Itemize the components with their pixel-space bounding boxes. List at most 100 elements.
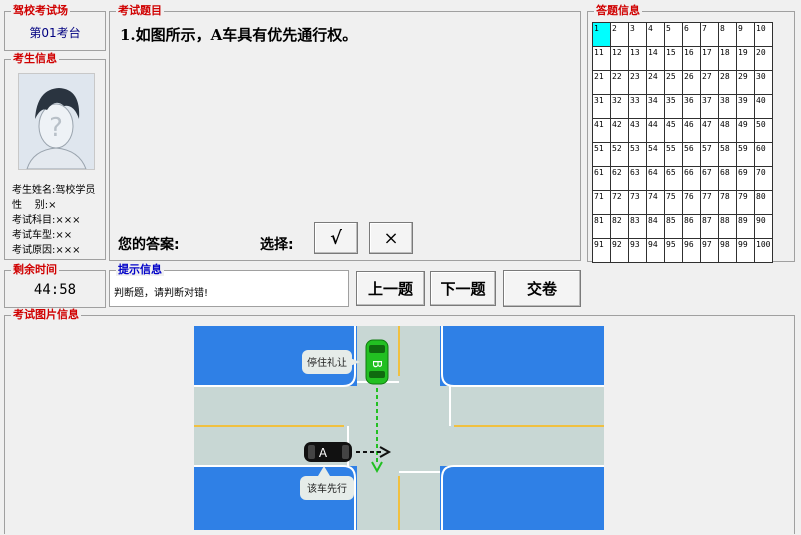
answer-cell[interactable]: 47 xyxy=(700,118,719,143)
answer-cell[interactable]: 60 xyxy=(754,142,773,167)
answer-cell[interactable]: 74 xyxy=(646,190,665,215)
answer-cell[interactable]: 39 xyxy=(736,94,755,119)
answer-cell[interactable]: 43 xyxy=(628,118,647,143)
answer-cell[interactable]: 22 xyxy=(610,70,629,95)
answer-cell[interactable]: 1 xyxy=(592,22,611,47)
answer-cell[interactable]: 87 xyxy=(700,214,719,239)
answer-cell[interactable]: 80 xyxy=(754,190,773,215)
answer-cell[interactable]: 81 xyxy=(592,214,611,239)
answer-cell[interactable]: 92 xyxy=(610,238,629,263)
answer-cell[interactable]: 11 xyxy=(592,46,611,71)
answer-cell[interactable]: 62 xyxy=(610,166,629,191)
answer-cell[interactable]: 6 xyxy=(682,22,701,47)
answer-cell[interactable]: 78 xyxy=(718,190,737,215)
answer-cell[interactable]: 34 xyxy=(646,94,665,119)
answer-cell[interactable]: 53 xyxy=(628,142,647,167)
answer-cell[interactable]: 42 xyxy=(610,118,629,143)
answer-cell[interactable]: 58 xyxy=(718,142,737,167)
answer-cell[interactable]: 41 xyxy=(592,118,611,143)
answer-cell[interactable]: 84 xyxy=(646,214,665,239)
answer-cell[interactable]: 49 xyxy=(736,118,755,143)
answer-cell[interactable]: 71 xyxy=(592,190,611,215)
answer-cell[interactable]: 18 xyxy=(718,46,737,71)
answer-cell[interactable]: 52 xyxy=(610,142,629,167)
answer-cell[interactable]: 98 xyxy=(718,238,737,263)
answer-cell[interactable]: 33 xyxy=(628,94,647,119)
answer-cell[interactable]: 4 xyxy=(646,22,665,47)
answer-cell[interactable]: 69 xyxy=(736,166,755,191)
answer-cell[interactable]: 55 xyxy=(664,142,683,167)
answer-cell[interactable]: 29 xyxy=(736,70,755,95)
answer-cell[interactable]: 96 xyxy=(682,238,701,263)
answer-cell[interactable]: 48 xyxy=(718,118,737,143)
answer-cell[interactable]: 66 xyxy=(682,166,701,191)
answer-cell[interactable]: 9 xyxy=(736,22,755,47)
answer-cell[interactable]: 15 xyxy=(664,46,683,71)
answer-cell[interactable]: 90 xyxy=(754,214,773,239)
answer-cell[interactable]: 23 xyxy=(628,70,647,95)
next-question-button[interactable]: 下一题 xyxy=(430,271,496,306)
answer-cell[interactable]: 67 xyxy=(700,166,719,191)
answer-cell[interactable]: 54 xyxy=(646,142,665,167)
answer-cell[interactable]: 16 xyxy=(682,46,701,71)
answer-cell[interactable]: 38 xyxy=(718,94,737,119)
answer-cell[interactable]: 72 xyxy=(610,190,629,215)
false-button[interactable]: × xyxy=(369,222,413,254)
answer-cell[interactable]: 24 xyxy=(646,70,665,95)
answer-cell[interactable]: 59 xyxy=(736,142,755,167)
answer-cell[interactable]: 31 xyxy=(592,94,611,119)
answer-cell[interactable]: 8 xyxy=(718,22,737,47)
answer-cell[interactable]: 36 xyxy=(682,94,701,119)
answer-cell[interactable]: 57 xyxy=(700,142,719,167)
answer-cell[interactable]: 64 xyxy=(646,166,665,191)
answer-cell[interactable]: 46 xyxy=(682,118,701,143)
answer-cell[interactable]: 25 xyxy=(664,70,683,95)
answer-cell[interactable]: 35 xyxy=(664,94,683,119)
answer-cell[interactable]: 85 xyxy=(664,214,683,239)
answer-cell[interactable]: 10 xyxy=(754,22,773,47)
answer-cell[interactable]: 94 xyxy=(646,238,665,263)
prev-question-button[interactable]: 上一题 xyxy=(356,271,425,306)
answer-cell[interactable]: 83 xyxy=(628,214,647,239)
submit-button[interactable]: 交卷 xyxy=(503,270,581,307)
answer-cell[interactable]: 99 xyxy=(736,238,755,263)
answer-cell[interactable]: 5 xyxy=(664,22,683,47)
answer-cell[interactable]: 93 xyxy=(628,238,647,263)
answer-cell[interactable]: 21 xyxy=(592,70,611,95)
answer-cell[interactable]: 51 xyxy=(592,142,611,167)
true-button[interactable]: √ xyxy=(314,222,358,254)
answer-cell[interactable]: 13 xyxy=(628,46,647,71)
answer-cell[interactable]: 32 xyxy=(610,94,629,119)
answer-cell[interactable]: 7 xyxy=(700,22,719,47)
answer-cell[interactable]: 79 xyxy=(736,190,755,215)
answer-cell[interactable]: 88 xyxy=(718,214,737,239)
answer-cell[interactable]: 26 xyxy=(682,70,701,95)
answer-cell[interactable]: 27 xyxy=(700,70,719,95)
answer-cell[interactable]: 2 xyxy=(610,22,629,47)
answer-cell[interactable]: 50 xyxy=(754,118,773,143)
answer-cell[interactable]: 95 xyxy=(664,238,683,263)
answer-cell[interactable]: 19 xyxy=(736,46,755,71)
answer-cell[interactable]: 86 xyxy=(682,214,701,239)
answer-cell[interactable]: 30 xyxy=(754,70,773,95)
answer-cell[interactable]: 37 xyxy=(700,94,719,119)
answer-cell[interactable]: 63 xyxy=(628,166,647,191)
answer-cell[interactable]: 20 xyxy=(754,46,773,71)
answer-cell[interactable]: 97 xyxy=(700,238,719,263)
answer-cell[interactable]: 75 xyxy=(664,190,683,215)
answer-cell[interactable]: 82 xyxy=(610,214,629,239)
answer-cell[interactable]: 3 xyxy=(628,22,647,47)
answer-cell[interactable]: 14 xyxy=(646,46,665,71)
answer-cell[interactable]: 65 xyxy=(664,166,683,191)
answer-cell[interactable]: 91 xyxy=(592,238,611,263)
answer-cell[interactable]: 73 xyxy=(628,190,647,215)
answer-cell[interactable]: 77 xyxy=(700,190,719,215)
answer-cell[interactable]: 28 xyxy=(718,70,737,95)
answer-cell[interactable]: 45 xyxy=(664,118,683,143)
answer-cell[interactable]: 70 xyxy=(754,166,773,191)
answer-cell[interactable]: 100 xyxy=(754,238,773,263)
answer-cell[interactable]: 17 xyxy=(700,46,719,71)
answer-cell[interactable]: 12 xyxy=(610,46,629,71)
answer-cell[interactable]: 89 xyxy=(736,214,755,239)
answer-cell[interactable]: 40 xyxy=(754,94,773,119)
